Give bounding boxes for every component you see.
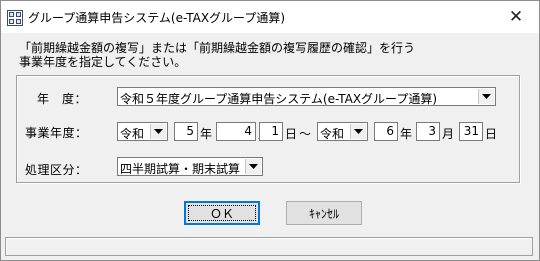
close-button[interactable]: ✕	[493, 1, 539, 33]
end-era-value: 令和	[320, 127, 345, 141]
chevron-down-icon[interactable]	[478, 89, 494, 104]
start-year-unit: 年	[200, 127, 213, 141]
end-year-unit: 年	[400, 127, 413, 141]
year-select-value: 令和５年度グループ通算申告システム(e-TAXグループ通算)	[120, 92, 438, 106]
year-label: 年 度：	[37, 92, 88, 106]
kind-select-value: 四半期試算・期末試算	[120, 162, 241, 176]
cancel-button[interactable]: ｷｬﾝｾﾙ	[286, 201, 362, 225]
kind-select[interactable]: 四半期試算・期末試算	[117, 157, 263, 176]
title-bar: グループ通算申告システム(e-TAXグループ通算) ✕	[1, 1, 539, 33]
start-year-input[interactable]: 5	[174, 122, 198, 141]
end-year-input[interactable]: 6	[374, 122, 398, 141]
instruction-line-1: 「前期繰越金額の複写」または「前期繰越金額の複写履歴の確認」を行う	[19, 41, 416, 55]
end-day-unit: 日	[485, 127, 498, 141]
year-select[interactable]: 令和５年度グループ通算申告システム(e-TAXグループ通算)	[117, 87, 496, 106]
settings-group: 年 度： 令和５年度グループ通算申告システム(e-TAXグループ通算) 事業年度…	[16, 75, 520, 183]
instruction-message: 「前期繰越金額の複写」または「前期繰越金額の複写履歴の確認」を行う 事業年度を指…	[19, 41, 415, 69]
cancel-button-label: ｷｬﾝｾﾙ	[308, 206, 339, 221]
end-era-select[interactable]: 令和	[317, 122, 368, 141]
status-bar	[5, 237, 533, 256]
chevron-down-icon[interactable]	[350, 124, 366, 139]
ok-button[interactable]: ＯＫ	[184, 201, 260, 225]
start-era-value: 令和	[120, 127, 145, 141]
start-era-select[interactable]: 令和	[117, 122, 168, 141]
start-day-input[interactable]: 1	[259, 122, 283, 141]
instruction-line-2: 事業年度を指定してください。	[19, 55, 187, 69]
end-day-input[interactable]: 31	[459, 122, 483, 141]
window-title: グループ通算申告システム(e-TAXグループ通算)	[28, 11, 286, 25]
chevron-down-icon[interactable]	[245, 159, 261, 174]
dialog-window: グループ通算申告システム(e-TAXグループ通算) ✕ 「前期繰越金額の複写」ま…	[0, 0, 540, 261]
end-month-unit: 月	[442, 127, 455, 141]
end-month-input[interactable]: 3	[416, 122, 440, 141]
start-month-input[interactable]: 4	[216, 122, 256, 141]
app-icon	[7, 10, 23, 26]
chevron-down-icon[interactable]	[150, 124, 166, 139]
kind-label: 処理区分：	[25, 163, 88, 177]
period-label: 事業年度：	[25, 126, 88, 140]
start-day-unit: 日	[285, 127, 298, 141]
range-tilde: ～	[299, 127, 312, 141]
